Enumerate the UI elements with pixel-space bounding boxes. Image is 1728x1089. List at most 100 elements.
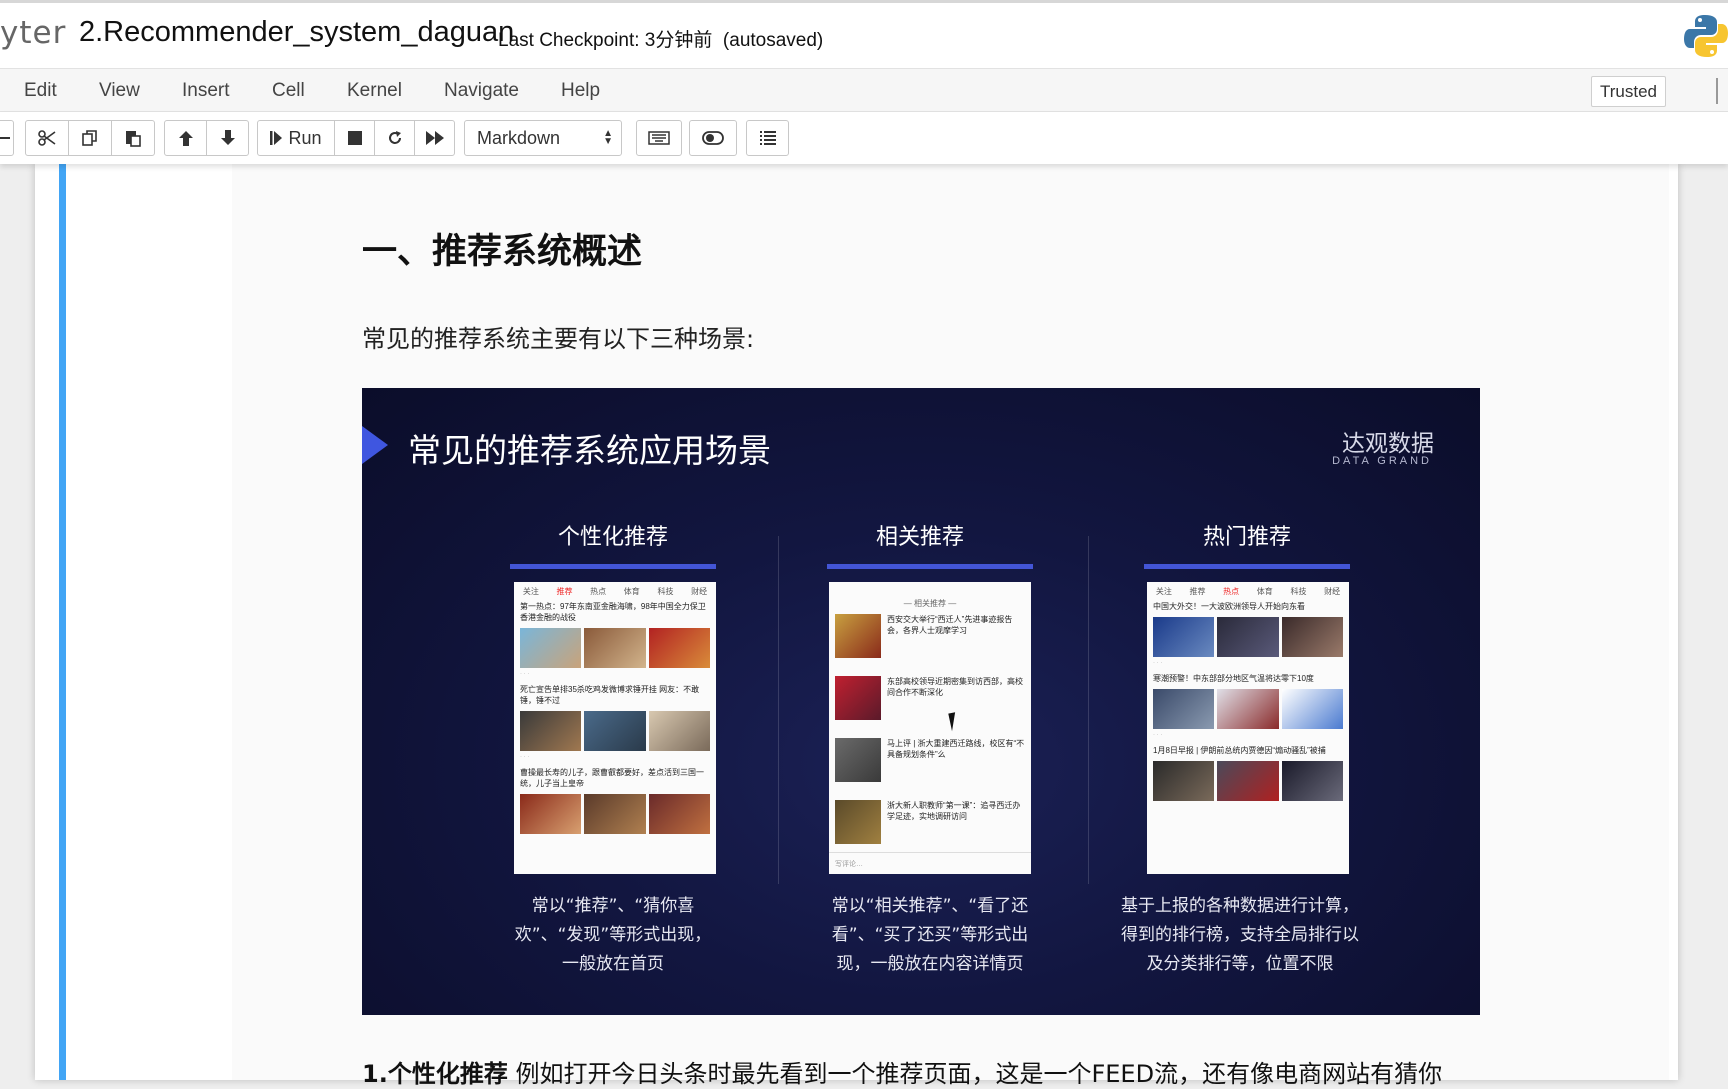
- list-icon: [759, 131, 776, 145]
- arrow-down-icon: [220, 130, 235, 145]
- select-arrows-icon: ▲ ▼: [603, 128, 613, 147]
- toolbar: Run Markdown ▲ ▼: [0, 112, 1728, 164]
- column-divider: [1088, 536, 1089, 884]
- copy-button[interactable]: [68, 120, 112, 156]
- related-item: 东部高校领导近期密集到访西部，高校间合作不断深化: [829, 671, 1031, 733]
- column-accent-bar: [827, 564, 1033, 569]
- menu-view[interactable]: View: [99, 80, 140, 102]
- thumbnail: [1281, 617, 1343, 657]
- news-tabs: 关注 推荐 热点 体育 科技 财经: [514, 582, 716, 598]
- intro-paragraph: 常见的推荐系统主要有以下三种场景:: [362, 325, 755, 353]
- description-line: 及分类排行等，位置不限: [1146, 954, 1334, 974]
- column-title: 相关推荐: [875, 525, 964, 550]
- thumbnail: [648, 628, 710, 668]
- toggle-button[interactable]: [689, 120, 737, 156]
- description-line: 基于上报的各种数据进行计算，: [1121, 896, 1359, 916]
- news-meta: · · ·: [1153, 660, 1163, 666]
- news-meta: · · ·: [520, 754, 530, 760]
- step-forward-icon: [270, 131, 283, 145]
- tab: 热点: [590, 587, 607, 596]
- thumbnail: [1281, 761, 1343, 801]
- description-line: 看”、“买了还买”等形式出: [831, 925, 1029, 945]
- jupyter-logo[interactable]: yter: [0, 15, 66, 51]
- trusted-indicator[interactable]: Trusted: [1591, 76, 1666, 107]
- brand-logo-cn: 达观数据: [1342, 431, 1434, 457]
- move-up-button[interactable]: [164, 120, 207, 156]
- edit-group: [25, 120, 155, 156]
- slide-image: 常见的推荐系统应用场景 达观数据 DATA GRAND 个性化推荐 关注 推荐 …: [362, 388, 1480, 1015]
- related-headline: 浙大新人职教师“第一课”：追寻西迁办学足迹，实地调研访问: [887, 801, 1021, 821]
- news-thumbnails: [1147, 615, 1349, 659]
- table-of-contents-button[interactable]: [746, 120, 789, 156]
- move-down-button[interactable]: [206, 120, 249, 156]
- tab: 科技: [1290, 587, 1307, 596]
- scenario-text: 例如打开今日头条时最先看到一个推荐页面，这是一个FEED流，还有像电商网站有猜你: [507, 1060, 1443, 1088]
- interrupt-button[interactable]: [334, 120, 375, 156]
- related-headline: 马上评 | 浙大重建西迁路线，校区有“不具备规划条件”么: [887, 739, 1025, 759]
- description-line: 常以“相关推荐”、“看了还: [831, 896, 1029, 916]
- command-palette-button[interactable]: [636, 120, 682, 156]
- thumbnail: [520, 711, 582, 751]
- notebook-name[interactable]: 2.Recommender_system_daguan: [79, 16, 514, 49]
- thumbnail: [648, 794, 710, 834]
- description-line: 现，一般放在内容详情页: [836, 954, 1024, 974]
- news-thumbnails: [1147, 759, 1349, 803]
- move-group: [164, 120, 249, 156]
- run-label: Run: [288, 127, 322, 148]
- toc-group: [746, 120, 789, 156]
- menu-navigate[interactable]: Navigate: [444, 80, 519, 102]
- thumbnail: [1217, 761, 1279, 801]
- menu-kernel[interactable]: Kernel: [347, 80, 402, 102]
- brand-logo-en: DATA GRAND: [1332, 455, 1432, 467]
- keyboard-icon: [648, 131, 670, 145]
- news-headline: 中国大外交！一大波欧洲领导人开始向东看: [1153, 602, 1305, 611]
- add-cell-button[interactable]: [0, 120, 14, 156]
- thumbnail: [584, 711, 646, 751]
- news-headline: 1月8日早报 | 伊朗前总统内贾德因“煽动骚乱”被捕: [1153, 746, 1326, 755]
- restart-run-all-button[interactable]: [414, 120, 455, 156]
- phone-screenshot-related: — 相关推荐 — 西安交大举行“西迁人”先进事迹报告会，各界人士观摩学习 东部高…: [829, 582, 1031, 874]
- menu-edit[interactable]: Edit: [24, 80, 57, 102]
- restart-button[interactable]: [374, 120, 415, 156]
- python-kernel-icon: [1684, 15, 1728, 57]
- tab: 热点: [1223, 587, 1240, 596]
- stop-icon: [347, 131, 362, 145]
- tab: 体育: [623, 587, 640, 596]
- menu-insert[interactable]: Insert: [182, 80, 230, 102]
- thumbnail: [648, 711, 710, 751]
- thumbnail: [584, 794, 646, 834]
- news-headline: 曹操最长寿的儿子，跟曹叡都要好，差点活到三国一统，儿子当上皇帝: [520, 768, 704, 788]
- run-button[interactable]: Run: [257, 120, 335, 156]
- menu-cell[interactable]: Cell: [272, 80, 305, 102]
- menu-help[interactable]: Help: [561, 80, 600, 102]
- thumbnail: [835, 676, 881, 720]
- tab: 关注: [522, 587, 539, 596]
- news-meta: · · ·: [520, 671, 530, 677]
- tab: 关注: [1155, 587, 1172, 596]
- selected-cell-indicator: [59, 164, 66, 1080]
- comment-bar: 写评论…: [829, 852, 1031, 874]
- description-line: 得到的排行榜，支持全局排行以: [1121, 925, 1359, 945]
- fast-forward-icon: [425, 131, 444, 145]
- phone-screenshot-personalized: 关注 推荐 热点 体育 科技 财经 第一热点：97年东南亚金融海啸，98年中国全…: [514, 582, 716, 874]
- thumbnail: [584, 628, 646, 668]
- run-group: Run: [257, 120, 455, 156]
- thumbnail: [520, 794, 582, 834]
- cell-type-select[interactable]: Markdown ▲ ▼: [464, 120, 622, 156]
- related-header: — 相关推荐 —: [903, 599, 957, 608]
- news-thumbnails: [514, 709, 716, 753]
- thumbnail: [1217, 689, 1279, 729]
- column-description: 基于上报的各种数据进行计算， 得到的排行榜，支持全局排行以 及分类排行等，位置不…: [1110, 892, 1370, 979]
- cut-button[interactable]: [25, 120, 69, 156]
- paste-button[interactable]: [111, 120, 155, 156]
- related-headline: 西安交大举行“西迁人”先进事迹报告会，各界人士观摩学习: [887, 615, 1013, 635]
- thumbnail: [1217, 617, 1279, 657]
- refresh-icon: [388, 131, 401, 144]
- news-tabs: 关注 推荐 热点 体育 科技 财经: [1147, 582, 1349, 598]
- triangle-marker-icon: [362, 426, 388, 464]
- related-item: 浙大新人职教师“第一课”：追寻西迁办学足迹，实地调研访问: [829, 795, 1031, 857]
- thumbnail: [835, 614, 881, 658]
- scenario-paragraph: 1.个性化推荐 例如打开今日头条时最先看到一个推荐页面，这是一个FEED流，还有…: [362, 1054, 1442, 1089]
- toggle-group: [689, 120, 737, 156]
- news-thumbnails: [514, 792, 716, 836]
